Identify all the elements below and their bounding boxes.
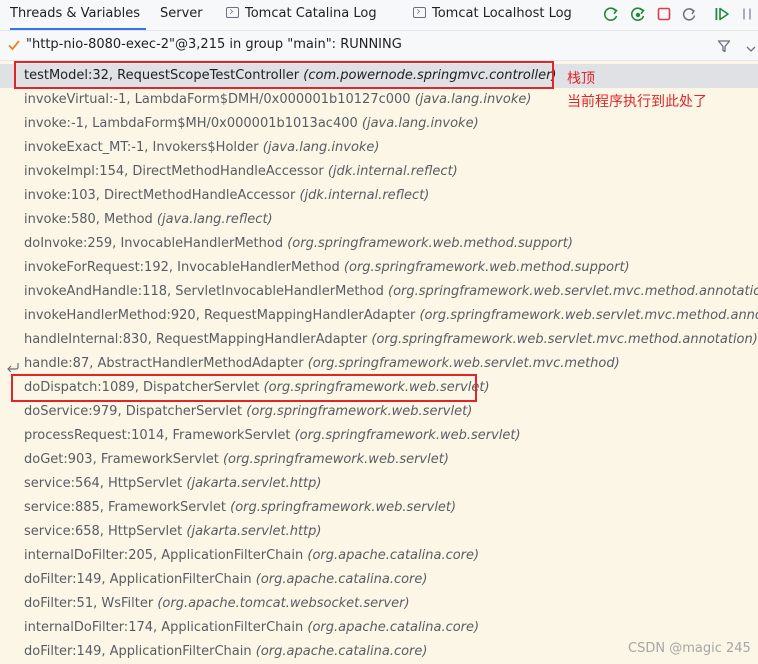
stack-frame[interactable]: internalDoFilter:174, ApplicationFilterC… xyxy=(0,616,758,640)
stack-frame[interactable]: doGet:903, FrameworkServlet (org.springf… xyxy=(0,448,758,472)
stack-frame[interactable]: invokeForRequest:192, InvocableHandlerMe… xyxy=(0,256,758,280)
stack-frame[interactable]: invoke:-1, LambdaForm$MH/0x000001b1013ac… xyxy=(0,112,758,136)
frame-package: (org.apache.catalina.core) xyxy=(255,644,428,659)
tab-bar: Threads & Variables Server Tomcat Catali… xyxy=(0,0,758,31)
stack-frame[interactable]: invokeExact_MT:-1, Invokers$Holder (java… xyxy=(0,136,758,160)
stack-frame[interactable]: doService:979, DispatcherServlet (org.sp… xyxy=(0,400,758,424)
tab-server[interactable]: Server xyxy=(160,0,203,30)
console-icon xyxy=(413,7,426,18)
frame-method: handle:87, AbstractHandlerMethodAdapter xyxy=(24,356,304,371)
frame-method: service:564, HttpServlet xyxy=(24,476,183,491)
stack-frame[interactable]: invoke:580, Method (java.lang.reflect) xyxy=(0,208,758,232)
frame-package: (jdk.internal.reflect) xyxy=(327,164,458,179)
frame-method: service:658, HttpServlet xyxy=(24,524,183,539)
pause-icon[interactable] xyxy=(738,4,758,24)
frame-method: internalDoFilter:205, ApplicationFilterC… xyxy=(24,548,304,563)
stack-frame[interactable]: internalDoFilter:205, ApplicationFilterC… xyxy=(0,544,758,568)
frame-method: invokeImpl:154, DirectMethodHandleAccess… xyxy=(24,164,324,179)
stack-frame[interactable]: handle:87, AbstractHandlerMethodAdapter … xyxy=(0,352,758,376)
frame-method: internalDoFilter:174, ApplicationFilterC… xyxy=(24,620,304,635)
frame-package: (org.springframework.web.servlet.mvc.met… xyxy=(419,308,758,323)
restart-icon[interactable] xyxy=(679,4,699,24)
frame-method: processRequest:1014, FrameworkServlet xyxy=(24,428,291,443)
frame-method: service:885, FrameworkServlet xyxy=(24,500,226,515)
frame-method: doInvoke:259, InvocableHandlerMethod xyxy=(24,236,284,251)
tab-label: Threads & Variables xyxy=(10,6,141,21)
frame-package: (jakarta.servlet.http) xyxy=(186,524,322,539)
frame-method: invokeHandlerMethod:920, RequestMappingH… xyxy=(24,308,416,323)
stack-frame[interactable]: invokeHandlerMethod:920, RequestMappingH… xyxy=(0,304,758,328)
stop-icon[interactable] xyxy=(654,4,674,24)
frame-package: (org.apache.catalina.core) xyxy=(307,620,480,635)
frame-package: (org.springframework.web.method.support) xyxy=(287,236,573,251)
frame-method: doFilter:149, ApplicationFilterChain xyxy=(24,572,252,587)
frame-method: invoke:103, DirectMethodHandleAccessor xyxy=(24,188,296,203)
frame-method: invokeVirtual:-1, LambdaForm$DMH/0x00000… xyxy=(24,92,411,107)
filter-icon[interactable] xyxy=(717,39,731,57)
rerun-debug-icon[interactable] xyxy=(628,4,648,24)
frame-package: (org.springframework.web.servlet.mvc.met… xyxy=(307,356,620,371)
stack-frame[interactable]: invokeImpl:154, DirectMethodHandleAccess… xyxy=(0,160,758,184)
stack-frame[interactable]: processRequest:1014, FrameworkServlet (o… xyxy=(0,424,758,448)
frame-method: doFilter:149, ApplicationFilterChain xyxy=(24,644,252,659)
thread-selector[interactable]: "http-nio-8080-exec-2"@3,215 in group "m… xyxy=(0,31,758,61)
frame-method: handleInternal:830, RequestMappingHandle… xyxy=(24,332,368,347)
frame-package: (org.springframework.web.servlet) xyxy=(222,452,449,467)
stack-frame[interactable]: handleInternal:830, RequestMappingHandle… xyxy=(0,328,758,352)
frame-package: (java.lang.invoke) xyxy=(262,140,380,155)
stack-frame[interactable]: invoke:103, DirectMethodHandleAccessor (… xyxy=(0,184,758,208)
console-icon xyxy=(226,7,239,18)
frame-method: doService:979, DispatcherServlet xyxy=(24,404,243,419)
watermark: CSDN @magic 245 xyxy=(628,641,751,656)
stack-frame[interactable]: doInvoke:259, InvocableHandlerMethod (or… xyxy=(0,232,758,256)
stack-frame[interactable]: invokeAndHandle:118, ServletInvocableHan… xyxy=(0,280,758,304)
frame-package: (org.springframework.web.servlet.mvc.met… xyxy=(371,332,758,347)
stack-frame[interactable]: service:564, HttpServlet (jakarta.servle… xyxy=(0,472,758,496)
thread-label: "http-nio-8080-exec-2"@3,215 in group "m… xyxy=(26,37,402,52)
frame-package: (jakarta.servlet.http) xyxy=(186,476,322,491)
stack-top-note: 栈顶 xyxy=(567,71,595,87)
chevron-down-icon[interactable] xyxy=(746,42,756,57)
frame-method: doFilter:51, WsFilter xyxy=(24,596,154,611)
frame-package: (org.springframework.web.method.support) xyxy=(343,260,630,275)
current-position-note: 当前程序执行到此处了 xyxy=(567,94,707,110)
frame-package: (org.springframework.web.servlet) xyxy=(230,500,457,515)
tab-tomcat-localhost-log[interactable]: Tomcat Localhost Log xyxy=(413,0,572,30)
frame-package: (java.lang.invoke) xyxy=(361,116,479,131)
frame-package: (org.apache.catalina.core) xyxy=(255,572,428,587)
frame-method: invoke:580, Method xyxy=(24,212,153,227)
frame-package: (org.springframework.web.servlet) xyxy=(246,404,473,419)
frame-package: (org.apache.tomcat.websocket.server) xyxy=(157,596,410,611)
frame-package: (org.apache.catalina.core) xyxy=(307,548,480,563)
rerun-icon[interactable] xyxy=(601,4,621,24)
stack-frame[interactable]: doFilter:149, ApplicationFilterChain (or… xyxy=(0,568,758,592)
frame-method: invokeAndHandle:118, ServletInvocableHan… xyxy=(24,284,384,299)
tab-label: Tomcat Catalina Log xyxy=(245,6,377,21)
tab-label: Server xyxy=(160,6,203,21)
frame-package: (org.springframework.web.servlet) xyxy=(294,428,521,443)
tab-threads-variables[interactable]: Threads & Variables xyxy=(10,0,146,30)
frame-package: (java.lang.invoke) xyxy=(414,92,532,107)
resume-icon[interactable] xyxy=(712,4,732,24)
stack-frame[interactable]: service:658, HttpServlet (jakarta.servle… xyxy=(0,520,758,544)
frame-package: (java.lang.reflect) xyxy=(156,212,273,227)
dispatch-frame-highlight xyxy=(11,374,477,402)
stack-frames-list: testModel:32, RequestScopeTestController… xyxy=(0,64,758,664)
frame-method: invoke:-1, LambdaForm$MH/0x000001b1013ac… xyxy=(24,116,358,131)
stack-frame[interactable]: doFilter:51, WsFilter (org.apache.tomcat… xyxy=(0,592,758,616)
tab-label: Tomcat Localhost Log xyxy=(432,6,572,21)
stack-top-highlight xyxy=(14,61,554,89)
tab-tomcat-catalina-log[interactable]: Tomcat Catalina Log xyxy=(226,0,377,30)
frame-method: doGet:903, FrameworkServlet xyxy=(24,452,219,467)
frame-package: (jdk.internal.reflect) xyxy=(299,188,430,203)
check-icon xyxy=(7,38,21,56)
frame-package: (org.springframework.web.servlet.mvc.met… xyxy=(388,284,758,299)
frame-method: invokeExact_MT:-1, Invokers$Holder xyxy=(24,140,259,155)
stack-frame[interactable]: service:885, FrameworkServlet (org.sprin… xyxy=(0,496,758,520)
frame-method: invokeForRequest:192, InvocableHandlerMe… xyxy=(24,260,340,275)
